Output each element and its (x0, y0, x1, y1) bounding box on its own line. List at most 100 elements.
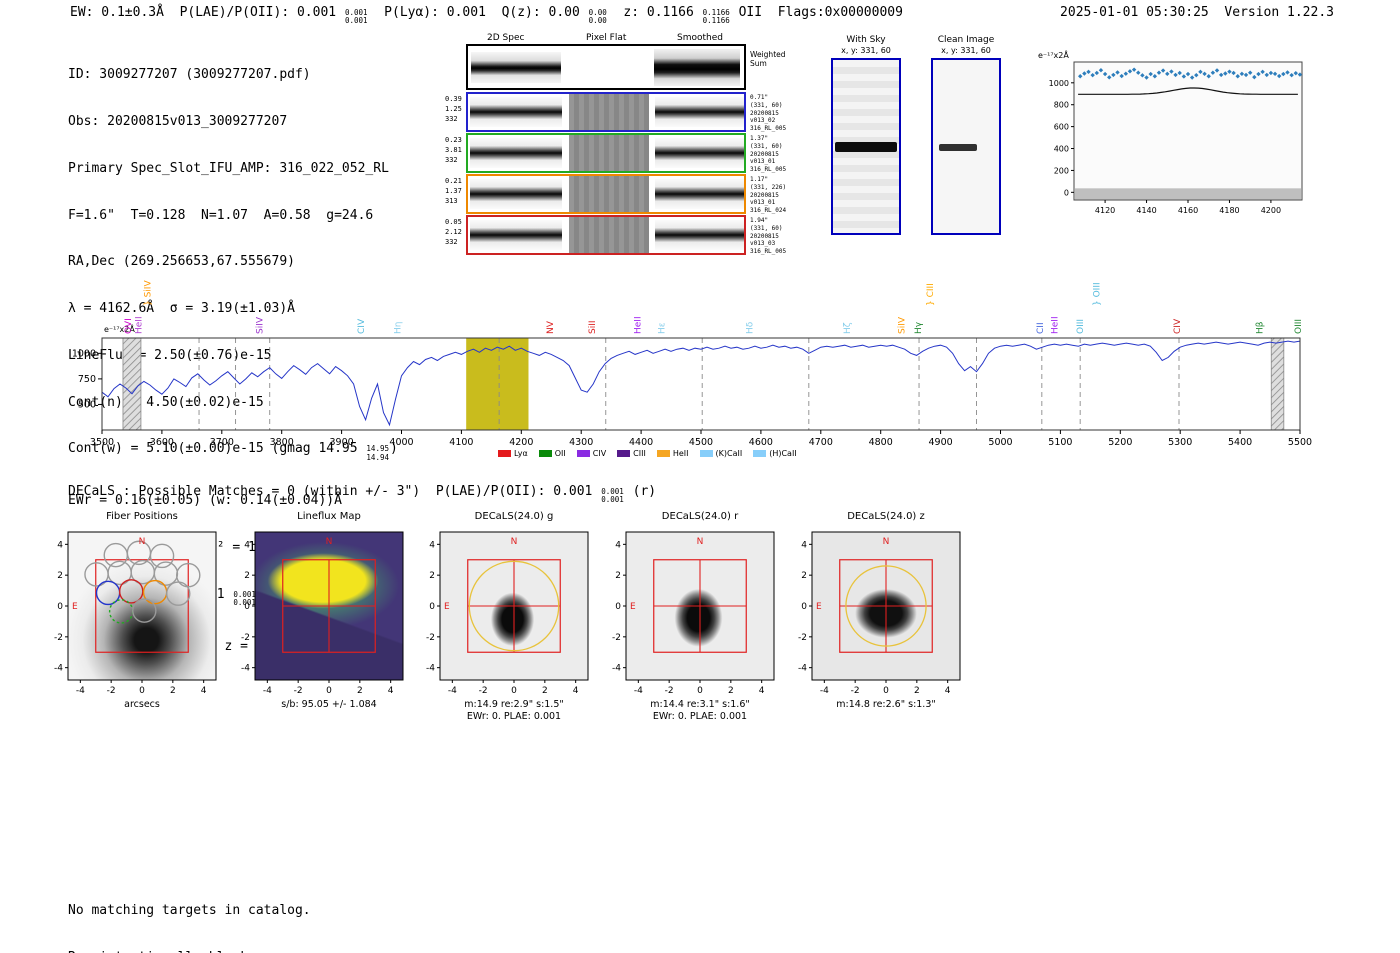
info-line-seeing: F=1.6" T=0.128 N=1.07 A=0.58 g=24.6 (68, 207, 374, 223)
decals-header: DECaLS : Possible Matches = 0 (within +/… (68, 484, 656, 505)
svg-text:N: N (139, 537, 146, 547)
svg-text:3600: 3600 (150, 437, 174, 448)
svg-text:4900: 4900 (929, 437, 953, 448)
withsky-coords: x, y: 331, 60 (841, 46, 891, 55)
svg-text:200: 200 (1054, 166, 1069, 175)
panel-axes: -4 -4 -2 -2 0 0 2 2 4 4 N E (54, 531, 217, 696)
svg-text:1000: 1000 (1049, 79, 1069, 88)
svg-text:-4: -4 (263, 686, 272, 696)
svg-text:800: 800 (1054, 101, 1069, 110)
svg-text:3500: 3500 (90, 437, 114, 448)
legend-item: (K)CaII (699, 449, 742, 458)
legend-color-swatch (538, 450, 552, 457)
cutout-smoothed-image (655, 179, 744, 209)
info-line-radec: RA,Dec (269.256653,67.555679) (68, 254, 295, 270)
svg-text:4: 4 (945, 686, 951, 696)
clean-spectrum-band (939, 143, 978, 151)
svg-text:HeII: HeII (135, 316, 145, 334)
legend-item: Lyα (498, 449, 528, 458)
legend-item: OII (538, 449, 566, 458)
svg-text:4300: 4300 (569, 437, 593, 448)
svg-text:0: 0 (244, 602, 250, 612)
svg-text:0: 0 (429, 602, 435, 612)
svg-text:750: 750 (78, 374, 96, 385)
svg-text:0: 0 (57, 602, 63, 612)
panel-captions: arcsecs (36, 699, 228, 711)
svg-text:E: E (630, 602, 636, 612)
svg-text:4: 4 (801, 540, 807, 550)
cutout-row: 0.39 1.25 332 0.71" (331, 60) 20200815 v0… (445, 92, 786, 132)
svg-text:4: 4 (429, 540, 435, 550)
svg-text:N: N (326, 537, 333, 547)
panel-caption: s/b: 95.05 +/- 1.084 (281, 699, 377, 710)
svg-text:0: 0 (511, 686, 517, 696)
svg-text:-4: -4 (634, 686, 643, 696)
panel-plot: -4 -4 -2 -2 0 0 2 2 4 4 N E (780, 527, 972, 699)
weighted-2dspec-image (471, 52, 561, 83)
svg-text:-2: -2 (665, 686, 674, 696)
legend-label: CIV (592, 449, 607, 458)
decals-plae-lower: 0.001 (601, 495, 624, 505)
svg-text:4: 4 (615, 540, 621, 550)
column-header-2dspec: 2D Spec (487, 33, 525, 43)
panel-decals-g: DECaLS(24.0) g -4 -4 -2 -2 0 0 2 2 4 4 N E m:14.9 r… (408, 511, 600, 724)
svg-text:5400: 5400 (1228, 437, 1252, 448)
cutout-row-annotation: 1.17" (331, 226) 20200815 v013_01 316_RL… (750, 176, 787, 215)
spectrum-legend: Lyα OII CIV CIII HeII (K)CaII (H)CaII (498, 449, 797, 458)
svg-text:-4: -4 (448, 686, 457, 696)
plae-lower: 0.001 (344, 16, 368, 26)
svg-text:-2: -2 (241, 633, 250, 643)
svg-text:HeII: HeII (634, 316, 644, 334)
panel-axes: -4 -4 -2 -2 0 0 2 2 4 4 N E (612, 531, 775, 696)
weighted-sum-box (466, 44, 746, 90)
header-summary: EW: 0.1±0.3Å P(LAE)/P(OII): 0.001 0.001 0… (70, 5, 903, 26)
zoom-chart: 0 200 400 600 800 1000 4120 4140 4160 4180 4200 e⁻¹… (1038, 49, 1303, 215)
svg-text:2: 2 (244, 571, 250, 581)
svg-text:0: 0 (139, 686, 145, 696)
svg-text:SiII: SiII (588, 320, 598, 334)
svg-text:N: N (697, 537, 704, 547)
cutout-rows: 0.39 1.25 332 0.71" (331, 60) 20200815 v0… (445, 92, 786, 256)
svg-text:4200: 4200 (509, 437, 533, 448)
cutout-row: 0.23 3.81 332 1.37" (331, 60) 20200815 v0… (445, 133, 786, 173)
svg-text:4140: 4140 (1136, 206, 1156, 215)
panel-title: Lineflux Map (297, 511, 361, 522)
clean-title: Clean Image (937, 35, 995, 45)
legend-color-swatch (498, 450, 511, 457)
svg-text:500: 500 (78, 399, 96, 410)
svg-text:5100: 5100 (1048, 437, 1072, 448)
plae-fraction: 0.001 0.001 (344, 8, 368, 26)
svg-text:5300: 5300 (1168, 437, 1192, 448)
panel-title: DECaLS(24.0) z (847, 511, 925, 522)
svg-text:3700: 3700 (210, 437, 234, 448)
svg-text:2: 2 (170, 686, 176, 696)
panel-caption: EWr: 0. PLAE: 0.001 (466, 711, 562, 723)
withsky-spectrum-band (835, 141, 897, 152)
svg-text:4: 4 (388, 686, 394, 696)
svg-text:-2: -2 (479, 686, 488, 696)
elixer-report-page: EW: 0.1±0.3Å P(LAE)/P(OII): 0.001 0.001 0… (0, 0, 1400, 953)
panel-captions: m:14.9 re:2.9" s:1.5" EWr: 0. PLAE: 0.001 (408, 699, 600, 724)
svg-text:-4: -4 (54, 664, 63, 674)
z-fraction: 0.1166 0.1166 (703, 8, 730, 26)
legend-color-swatch (576, 450, 590, 457)
svg-text:4400: 4400 (629, 437, 653, 448)
svg-text:2: 2 (542, 686, 548, 696)
svg-text:-4: -4 (426, 664, 435, 674)
legend-label: OII (554, 449, 566, 458)
decals-plae-fraction: 0.001 0.001 (601, 487, 624, 505)
clean-coords: x, y: 331, 60 (941, 46, 991, 55)
svg-text:4: 4 (201, 686, 207, 696)
svg-text:-2: -2 (851, 686, 860, 696)
svg-text:OIII: OIII (1076, 319, 1086, 334)
svg-text:HeII: HeII (1050, 316, 1060, 334)
panel-caption: m:14.9 re:2.9" s:1.5" (464, 699, 564, 710)
svg-text:-2: -2 (107, 686, 116, 696)
svg-text:5200: 5200 (1108, 437, 1132, 448)
cutout-2dspec-image (470, 179, 562, 209)
svg-text:E: E (72, 602, 78, 612)
cutout-2dspec-image (470, 138, 562, 168)
panel-plot: -4 -4 -2 -2 0 0 2 2 4 4 N E (36, 527, 228, 699)
svg-text:-2: -2 (612, 633, 621, 643)
report-version: Version 1.22.3 (1208, 5, 1334, 20)
